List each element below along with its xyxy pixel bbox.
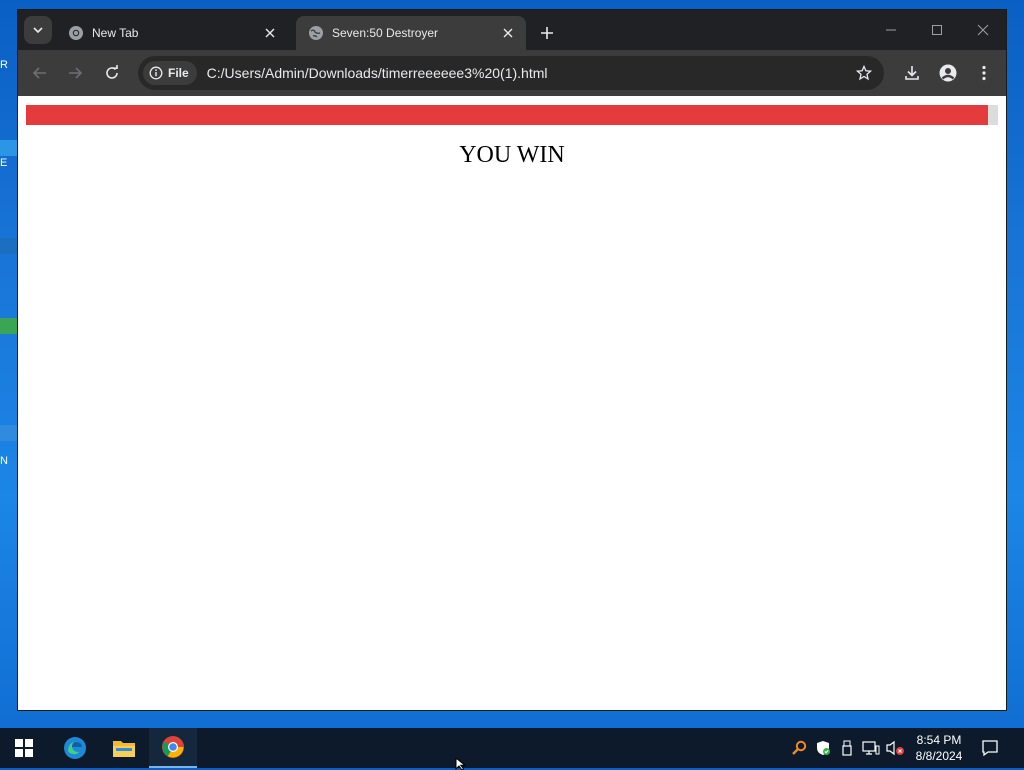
tab-seven50-destroyer[interactable]: Seven:50 Destroyer	[296, 16, 526, 50]
star-icon	[856, 65, 872, 81]
desktop-icon[interactable]	[0, 238, 18, 254]
forward-button[interactable]	[61, 59, 89, 87]
arrow-left-icon	[32, 67, 46, 79]
reload-icon	[106, 65, 118, 79]
profile-icon	[939, 64, 957, 82]
tray-usb[interactable]	[837, 738, 857, 758]
maximize-button[interactable]	[915, 16, 959, 44]
tray-security[interactable]	[813, 738, 833, 758]
security-shield-icon	[817, 741, 830, 755]
clock-time: 8:54 PM	[916, 733, 962, 747]
reload-button[interactable]	[98, 59, 126, 87]
tab-new-tab[interactable]: New Tab	[56, 16, 288, 50]
progress-bar-fill	[26, 105, 989, 125]
network-icon	[862, 741, 880, 755]
desktop-icon-label[interactable]: N	[0, 455, 18, 467]
chevron-down-icon	[33, 27, 43, 34]
info-icon	[149, 66, 163, 80]
usb-icon	[842, 740, 852, 756]
tab-strip: New Tab Seven:50 Destroyer	[18, 10, 1006, 50]
globe-icon	[308, 25, 324, 41]
downloads-button[interactable]	[898, 59, 926, 87]
progress-bar-track	[26, 105, 998, 125]
close-icon	[977, 24, 989, 36]
notification-icon	[982, 740, 998, 757]
taskbar-edge[interactable]	[51, 728, 99, 768]
result-message: YOU WIN	[459, 142, 565, 168]
taskbar: 8:54 PM 8/8/2024	[0, 728, 1024, 768]
desktop-icon[interactable]	[0, 318, 18, 334]
tray-volume[interactable]	[885, 738, 905, 758]
chrome-menu-button[interactable]	[970, 59, 998, 87]
tab-title: Seven:50 Destroyer	[332, 26, 439, 40]
system-clock[interactable]: 8:54 PM 8/8/2024	[906, 732, 972, 764]
new-tab-button[interactable]	[534, 20, 560, 46]
minimize-button[interactable]	[869, 16, 913, 44]
start-button[interactable]	[0, 728, 48, 768]
address-bar[interactable]: File C:/Users/Admin/Downloads/timerreeee…	[138, 56, 884, 90]
mouse-cursor-icon	[455, 758, 467, 770]
url-text[interactable]: C:/Users/Admin/Downloads/timerreeeeee3%2…	[207, 65, 548, 81]
minimize-icon	[886, 29, 896, 31]
more-vertical-icon	[982, 65, 986, 81]
desktop-icon-label[interactable]: R	[0, 59, 18, 71]
taskbar-file-explorer[interactable]	[100, 728, 148, 768]
arrow-right-icon	[69, 67, 83, 79]
chrome-icon	[162, 736, 184, 758]
chrome-icon	[68, 25, 84, 41]
download-icon	[905, 66, 919, 80]
start-icon	[15, 739, 33, 757]
desktop-icon[interactable]	[0, 425, 18, 441]
action-center-button[interactable]	[978, 736, 1002, 760]
clock-date: 8/8/2024	[915, 749, 963, 763]
chip-label: File	[168, 66, 189, 80]
plus-icon	[541, 27, 553, 39]
page-content: YOU WIN	[18, 96, 1006, 710]
taskbar-chrome[interactable]	[149, 728, 197, 768]
desktop-icon-label[interactable]: E	[0, 157, 18, 169]
close-tab-icon[interactable]	[260, 23, 280, 43]
site-info-chip[interactable]: File	[143, 61, 197, 85]
edge-icon	[64, 737, 86, 759]
close-tab-icon[interactable]	[498, 23, 518, 43]
tray-network[interactable]	[861, 738, 881, 758]
browser-toolbar: File C:/Users/Admin/Downloads/timerreeee…	[18, 50, 1006, 96]
tray-search-tool[interactable]	[789, 738, 809, 758]
profile-button[interactable]	[934, 59, 962, 87]
bookmark-star-button[interactable]	[854, 63, 874, 83]
desktop-icon[interactable]	[0, 140, 18, 156]
close-window-button[interactable]	[961, 16, 1005, 44]
browser-window: New Tab Seven:50 Destroyer File C:/Users…	[18, 10, 1006, 710]
tab-search-button[interactable]	[24, 16, 52, 44]
file-explorer-icon	[113, 741, 135, 757]
back-button[interactable]	[26, 59, 54, 87]
tab-title: New Tab	[92, 26, 139, 40]
search-tool-icon	[792, 740, 807, 755]
maximize-icon	[932, 25, 942, 35]
volume-muted-icon	[886, 740, 904, 756]
